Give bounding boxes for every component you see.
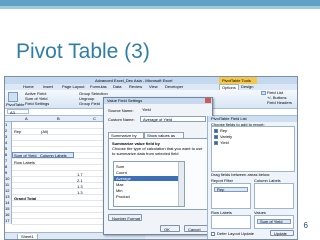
column-labels-area[interactable] [254,183,294,209]
number-format-button[interactable]: Number Format [108,214,142,221]
field-settings-button[interactable]: Field Settings [25,101,49,106]
pivottable-field-list: PivotTable Field List Choose fields to a… [207,116,297,239]
window-controls [271,78,295,91]
tab-data[interactable]: Data [113,84,121,89]
field-rep[interactable]: Rep [220,128,227,133]
dialog-close-icon[interactable] [205,98,211,103]
summarize-instruction: Choose the type of calculation that you … [112,146,203,156]
tab-design[interactable]: Design [241,84,253,89]
cell-a1[interactable]: Rep [14,129,21,134]
column-header-a[interactable]: A [25,116,28,121]
pivot-value-4[interactable]: 1.3 [77,190,83,195]
summarize-panel: Summarize value field by Choose the type… [108,138,210,210]
source-name-label: Source Name: [108,108,134,113]
value-field-settings-dialog: Value Field Settings Source Name: Yield … [103,97,213,235]
tab-home[interactable]: Home [23,84,34,89]
values-area[interactable]: Sum of Yield [254,215,294,229]
pivottable-icon[interactable] [8,92,18,102]
field-headers-toggle[interactable]: Field Headers [267,100,292,105]
dialog-title: Value Field Settings [107,98,143,103]
source-name-value: Yield [142,107,151,112]
tab-formulas[interactable]: Formulas [90,84,107,89]
drag-fields-label: Drag fields between areas below: [211,172,271,177]
pivot-value-2[interactable]: 2.1 [77,178,83,183]
excel-screenshot: Advanced Excel_Dec Asia - Microsoft Exce… [4,76,298,240]
field-rep-checkbox[interactable] [214,129,218,133]
field-checkbox-list: Rep Variety Yield [211,126,295,172]
function-min[interactable]: Min [116,188,122,193]
sheet-tab-sheet1[interactable]: Sheet1 [17,234,38,239]
field-yield-checkbox[interactable] [214,141,218,145]
dialog-title-bar[interactable]: Value Field Settings [104,98,212,104]
pivot-row-labels[interactable]: Row Labels [14,160,35,165]
values-chip[interactable]: Sum of Yield [257,219,291,224]
report-filter-chip-label: Rep [217,187,225,192]
slide-title: Pivot Table (3) [16,40,150,63]
pivot-data-field: Sum of Yield [14,153,37,158]
update-button[interactable]: Update [270,230,294,236]
pivot-grand-total[interactable]: Grand Total [14,196,36,201]
cancel-label: Cancel [188,227,201,232]
function-sum[interactable]: Sum [116,164,124,169]
custom-name-input[interactable]: Average of Yield [140,116,206,122]
ok-label: OK [164,227,170,232]
ok-button[interactable]: OK [160,225,180,232]
pivot-column-labels: Column Labels [40,153,67,158]
field-variety-checkbox[interactable] [214,135,218,139]
field-list-icon[interactable] [261,91,266,95]
row-header[interactable]: 17 [5,218,12,224]
update-label: Update [274,231,287,236]
tab-review[interactable]: Review [129,84,142,89]
pivot-value-3[interactable]: 1.3 [77,184,83,189]
defer-layout-checkbox[interactable] [211,232,215,236]
cancel-button[interactable]: Cancel [184,225,208,232]
column-header-c[interactable]: C [93,116,96,121]
report-filter-chip[interactable]: Rep [214,187,248,192]
custom-name-value: Average of Yield [143,117,173,122]
name-box-value: A3 [10,110,15,115]
group-field-button[interactable]: Group Field [79,101,100,106]
row-labels-area[interactable] [211,215,251,229]
defer-layout-label: Defer Layout Update [217,231,254,236]
tab-page-layout[interactable]: Page Layout [62,84,84,89]
field-variety[interactable]: Variety [220,134,232,139]
field-yield[interactable]: Yield [220,140,229,145]
function-list-scrollbar[interactable] [178,162,184,206]
pivot-value-1[interactable]: 1.7 [77,172,83,177]
pivottable-label: PivotTable [6,102,25,107]
tab-developer[interactable]: Developer [165,84,183,89]
number-format-label: Number Format [112,216,141,221]
custom-name-label: Custom Name: [108,117,135,122]
field-list-title: PivotTable Field List [211,116,247,121]
values-chip-label: Sum of Yield [260,219,283,224]
pivottable-tools-context-tab[interactable]: PivotTable Tools [219,77,257,84]
slide-top-band-light [0,6,320,9]
function-product[interactable]: Product [116,194,130,199]
excel-title-bar: Advanced Excel_Dec Asia - Microsoft Exce… [5,77,297,91]
function-average-selected[interactable]: Average [114,176,178,181]
function-list[interactable]: Sum Count Average Max Min Product [113,161,185,207]
slide-number: 6 [303,221,308,230]
window-title: Advanced Excel_Dec Asia - Microsoft Exce… [95,78,173,83]
tab-insert[interactable]: Insert [43,84,53,89]
cell-b1[interactable]: (All) [41,129,48,134]
column-header-b[interactable]: B [57,116,60,121]
function-max[interactable]: Max [116,182,124,187]
source-name-value-box: Yield [140,107,206,113]
name-box[interactable]: A3 [7,109,29,115]
report-filter-area[interactable]: Rep [211,183,251,209]
pivot-header-row[interactable]: Sum of Yield Column Labels [12,152,74,158]
function-count[interactable]: Count [116,170,127,175]
pivottable-tools-label: PivotTable Tools [222,78,251,83]
tab-view[interactable]: View [149,84,158,89]
